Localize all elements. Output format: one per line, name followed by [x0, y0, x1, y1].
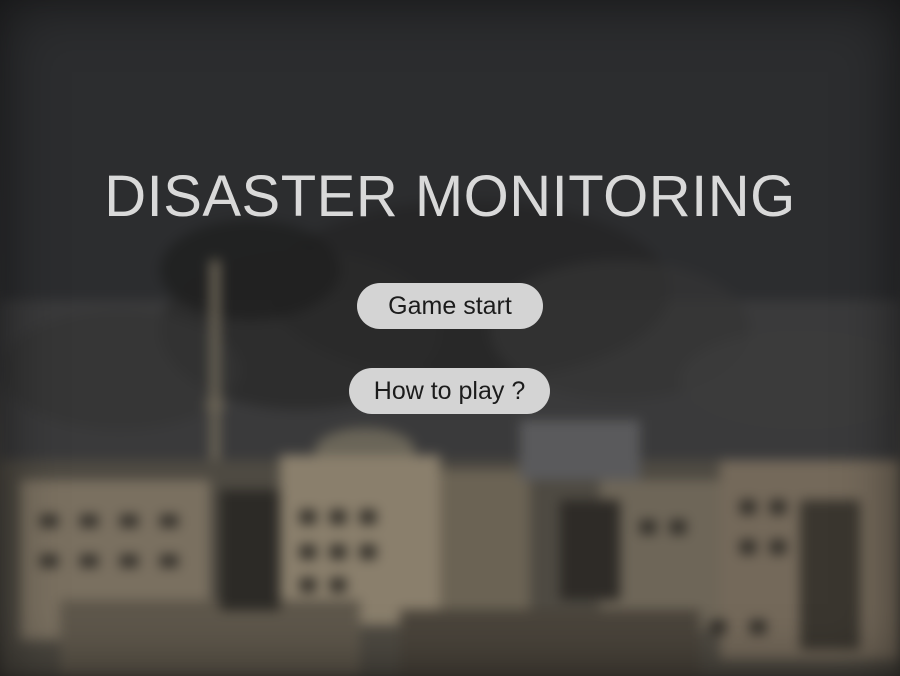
game-start-button[interactable]: Game start	[357, 283, 543, 329]
how-to-play-button[interactable]: How to play ?	[349, 368, 550, 414]
game-title: DISASTER MONITORING	[104, 164, 796, 229]
title-screen: DISASTER MONITORING Game start How to pl…	[0, 0, 900, 676]
background-city-image	[0, 0, 900, 676]
